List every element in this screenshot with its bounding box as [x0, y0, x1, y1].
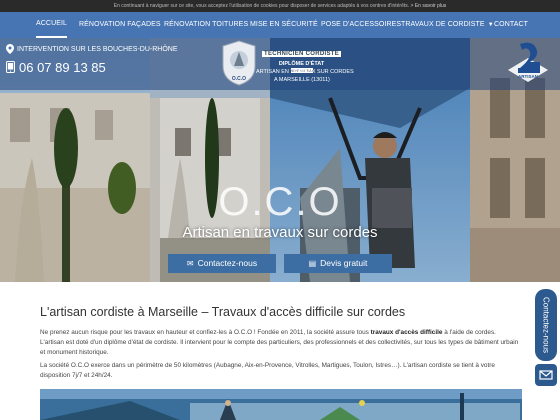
phone-number-text: 06 07 89 13 85	[19, 60, 106, 75]
nav-item-renovation-toitures[interactable]: RÉNOVATION TOITURES	[164, 12, 248, 38]
nav-item-pose-accessoires[interactable]: POSE D'ACCESSOIRES	[321, 12, 401, 38]
phone-number[interactable]: 06 07 89 13 85	[6, 60, 106, 75]
intro-paragraph: Ne prenez aucun risque pour les travaux …	[40, 328, 522, 338]
oco-logo[interactable]: O.C.O	[222, 40, 256, 86]
nav-item-travaux-cordiste[interactable]: TRAVAUX DE CORDISTE ▼	[401, 12, 494, 38]
artisan-badge-label: ARTISAN	[518, 74, 538, 79]
service-area-text: INTERVENTION SUR LES BOUCHES-DU-RHÔNE	[17, 45, 178, 53]
hero-tagline: Artisan en travaux sur cordes	[182, 224, 378, 241]
service-area: INTERVENTION SUR LES BOUCHES-DU-RHÔNE	[6, 44, 178, 54]
logo-subtitle: ARTISAN EN TRAVAUX SUR CORDES A MARSEILL…	[256, 68, 354, 84]
content-photo-graphic	[40, 389, 522, 420]
intro-text-bold: travaux d'accès difficile	[370, 329, 443, 336]
contact-us-label: Contactez-nous	[197, 258, 258, 268]
main-nav: ACCUEIL RÉNOVATION FAÇADES RÉNOVATION TO…	[0, 12, 560, 38]
hero-brand: O.C.O	[218, 180, 342, 224]
logo-subtitle-line-2: A MARSEILLE (13011)	[274, 77, 330, 83]
free-quote-label: Devis gratuit	[320, 258, 368, 268]
contact-us-button[interactable]: ✉ Contactez-nous	[168, 254, 276, 273]
nav-item-renovation-facades[interactable]: RÉNOVATION FAÇADES	[79, 12, 161, 38]
mobile-phone-icon	[6, 61, 15, 73]
side-contact-tab[interactable]: Contactez-nous	[535, 289, 557, 361]
location-pin-icon	[6, 44, 14, 54]
side-mail-button[interactable]	[535, 364, 557, 386]
document-icon: ▤	[308, 259, 317, 268]
chevron-down-icon: ▼	[487, 22, 494, 28]
diploma-line-2: DIPLÔME D'ÉTAT	[278, 61, 325, 67]
cookie-more-link[interactable]: > En savoir plus	[411, 3, 447, 9]
nav-item-travaux-cordiste-label: TRAVAUX DE CORDISTE	[401, 21, 485, 28]
page-title: L'artisan cordiste à Marseille – Travaux…	[40, 305, 406, 319]
side-contact-label: Contactez-nous	[541, 296, 551, 354]
mail-icon	[539, 370, 553, 380]
intro-text-start: Ne prenez aucun risque pour les travaux …	[40, 329, 371, 336]
content-photo	[40, 389, 522, 420]
nav-item-accueil[interactable]: ACCUEIL	[36, 12, 68, 38]
logo-subtitle-line-1: ARTISAN EN TRAVAUX SUR CORDES	[256, 69, 354, 75]
coverage-paragraph: La société O.C.O exerce dans un périmètr…	[40, 362, 495, 379]
free-quote-button[interactable]: ▤ Devis gratuit	[284, 254, 392, 273]
diploma-line-1: TECHNICIEN CORDISTE	[262, 51, 342, 57]
intro-text-end: à l'aide de cordes.	[442, 329, 496, 336]
envelope-icon: ✉	[186, 259, 194, 268]
nav-item-mise-en-securite[interactable]: MISE EN SÉCURITÉ	[250, 12, 318, 38]
logo-badge-text: O.C.O	[232, 76, 246, 82]
nav-item-contact[interactable]: CONTACT	[494, 12, 528, 38]
artisan-badge: ARTISAN	[508, 42, 548, 82]
cookie-notice-bar: En continuant à naviguer sur ce site, vo…	[0, 0, 560, 12]
diploma-paragraph: L'artisan est doté d'un diplôme d'état d…	[40, 339, 519, 356]
cookie-notice-text: En continuant à naviguer sur ce site, vo…	[113, 3, 410, 9]
